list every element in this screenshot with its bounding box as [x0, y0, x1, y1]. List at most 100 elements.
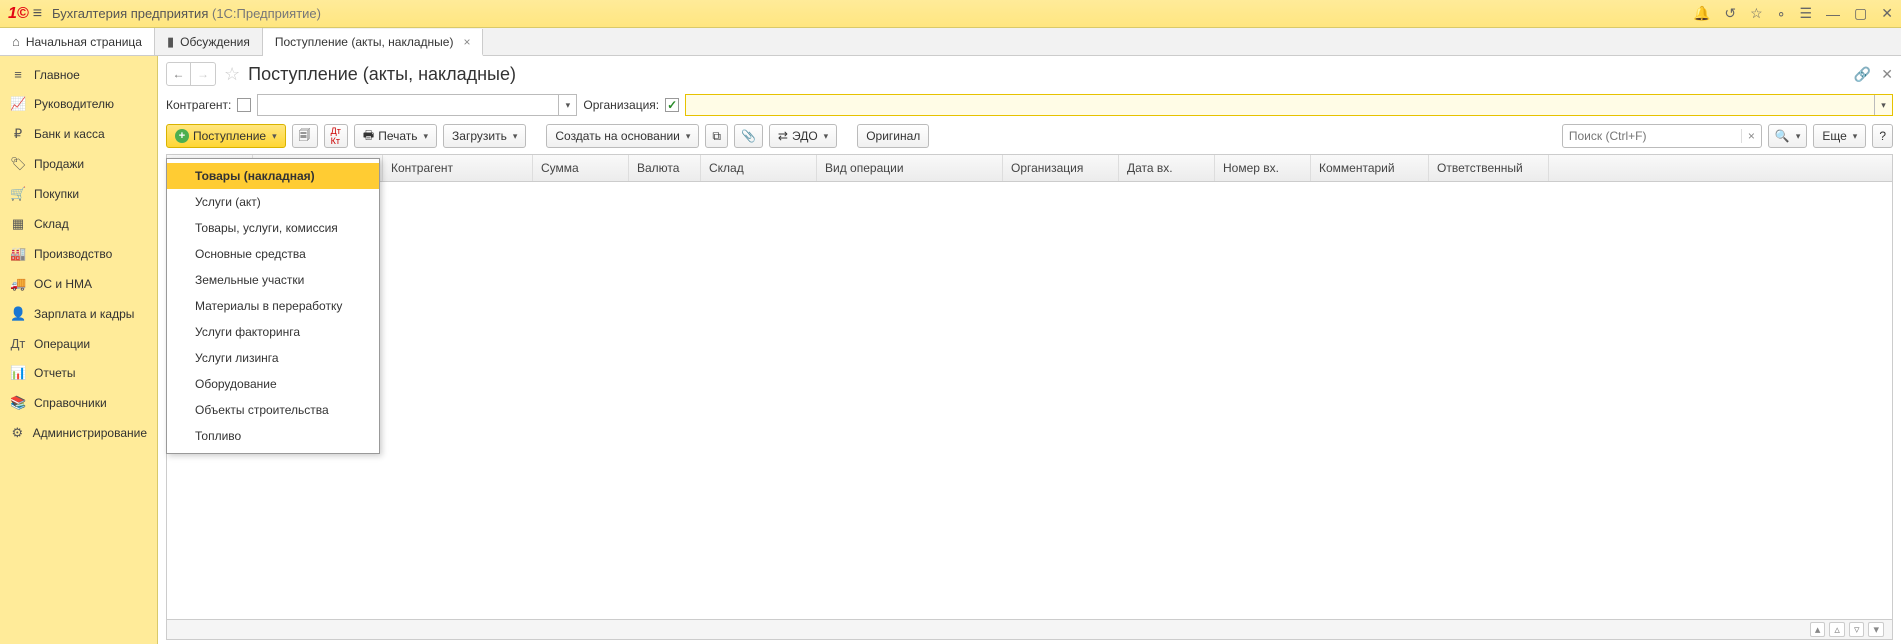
sidebar-item[interactable]: ≡Главное — [0, 60, 157, 89]
table-column-header[interactable]: Дата вх. — [1119, 155, 1215, 181]
sidebar-icon: 📊 — [10, 365, 26, 381]
help-button[interactable]: ? — [1872, 124, 1893, 148]
scroll-up-icon[interactable]: ▵ — [1829, 622, 1845, 637]
forward-button[interactable]: → — [191, 63, 215, 85]
sidebar-icon: 🛒 — [10, 186, 26, 202]
more-button[interactable]: Еще ▾ — [1813, 124, 1866, 148]
close-page-icon[interactable]: ✕ — [1881, 66, 1893, 83]
sidebar-item[interactable]: 🏷Продажи — [0, 149, 157, 179]
sidebar-item[interactable]: ▦Склад — [0, 209, 157, 239]
table-column-header[interactable]: Контрагент — [383, 155, 533, 181]
organization-checkbox[interactable] — [665, 98, 679, 112]
sidebar-icon: 📈 — [10, 96, 26, 112]
caret-icon: ▾ — [424, 131, 429, 142]
paperclip-icon: 📎 — [741, 129, 756, 143]
sidebar-item[interactable]: 🏭Производство — [0, 239, 157, 269]
sidebar-item-label: Покупки — [34, 187, 79, 201]
sidebar-item[interactable]: ₽Банк и касса — [0, 119, 157, 149]
dropdown-item[interactable]: Оборудование — [167, 371, 379, 397]
table-column-header[interactable]: Валюта — [629, 155, 701, 181]
table-column-header[interactable]: Вид операции — [817, 155, 1003, 181]
load-button[interactable]: Загрузить ▾ — [443, 124, 526, 148]
dropdown-item[interactable]: Топливо — [167, 423, 379, 449]
sidebar-item[interactable]: 🚚ОС и НМА — [0, 269, 157, 299]
copy-icon: 🗐 — [299, 126, 311, 147]
sidebar-item[interactable]: 👤Зарплата и кадры — [0, 299, 157, 329]
tab-label: Начальная страница — [26, 35, 142, 49]
dropdown-item[interactable]: Материалы в переработку — [167, 293, 379, 319]
close-icon[interactable]: ✕ — [1881, 5, 1893, 22]
tab-receipts[interactable]: Поступление (акты, накладные) × — [263, 29, 484, 56]
sidebar-icon: 👤 — [10, 306, 26, 322]
star-icon[interactable]: ☆ — [1750, 5, 1763, 22]
maximize-icon[interactable]: ▢ — [1854, 5, 1867, 22]
bell-icon[interactable]: 🔔 — [1693, 5, 1710, 22]
table-column-header[interactable]: Комментарий — [1311, 155, 1429, 181]
receipt-button[interactable]: + Поступление ▾ — [166, 124, 286, 148]
tab-home[interactable]: ⌂ Начальная страница — [0, 28, 155, 55]
dropdown-item[interactable]: Товары, услуги, комиссия — [167, 215, 379, 241]
menu-icon[interactable]: ≡ — [33, 5, 42, 23]
sidebar-item[interactable]: 📈Руководителю — [0, 89, 157, 119]
back-button[interactable]: ← — [167, 63, 191, 85]
sidebar-item-label: Операции — [34, 337, 90, 351]
table-footer: ▴ ▵ ▿ ▾ — [167, 619, 1892, 639]
dropdown-item[interactable]: Товары (накладная) — [167, 163, 379, 189]
dropdown-item[interactable]: Земельные участки — [167, 267, 379, 293]
search-box[interactable]: × — [1562, 124, 1762, 148]
sidebar-item[interactable]: ДтОперации — [0, 329, 157, 358]
load-label: Загрузить — [452, 129, 507, 143]
dropdown-item[interactable]: Услуги факторинга — [167, 319, 379, 345]
create-based-button[interactable]: Создать на основании ▾ — [546, 124, 699, 148]
dtkt-icon: ДтКт — [331, 126, 341, 146]
printer-icon: 🖶 — [363, 126, 374, 147]
organization-input[interactable]: ▾ — [685, 94, 1893, 116]
search-button[interactable]: 🔍 ▾ — [1768, 124, 1807, 148]
dtkt-button[interactable]: ДтКт — [324, 124, 348, 148]
dropdown-item[interactable]: Объекты строительства — [167, 397, 379, 423]
search-clear-icon[interactable]: × — [1741, 129, 1761, 143]
table-body — [167, 182, 1892, 619]
counterparty-checkbox[interactable] — [237, 98, 251, 112]
copy-button[interactable]: 🗐 — [292, 124, 318, 148]
sidebar-item-label: Отчеты — [34, 366, 75, 380]
table-column-header[interactable]: Организация — [1003, 155, 1119, 181]
search-input[interactable] — [1563, 129, 1741, 143]
sidebar-item-label: Продажи — [34, 157, 84, 171]
table-column-header[interactable]: Ответственный — [1429, 155, 1549, 181]
table-column-header[interactable]: Номер вх. — [1215, 155, 1311, 181]
dot-icon[interactable]: ∘ — [1777, 5, 1786, 22]
dropdown-item[interactable]: Основные средства — [167, 241, 379, 267]
counterparty-dropdown-icon[interactable]: ▾ — [558, 95, 576, 115]
history-icon[interactable]: ↺ — [1724, 5, 1736, 22]
table-column-header[interactable]: Сумма — [533, 155, 629, 181]
tab-close-icon[interactable]: × — [463, 35, 470, 49]
original-button[interactable]: Оригинал — [857, 124, 929, 148]
organization-dropdown-icon[interactable]: ▾ — [1874, 95, 1892, 115]
print-button[interactable]: 🖶 Печать ▾ — [354, 124, 437, 148]
dropdown-item[interactable]: Услуги (акт) — [167, 189, 379, 215]
structure-button[interactable]: ⧉ — [705, 124, 728, 148]
sidebar-item[interactable]: 📊 Отчеты — [0, 358, 157, 388]
dropdown-item[interactable]: Услуги лизинга — [167, 345, 379, 371]
organization-field[interactable] — [686, 95, 1874, 115]
scroll-top-icon[interactable]: ▴ — [1810, 622, 1826, 637]
attach-button[interactable]: 📎 — [734, 124, 763, 148]
minimize-icon[interactable]: — — [1826, 6, 1840, 22]
home-icon: ⌂ — [12, 34, 20, 49]
edo-button[interactable]: ⇄ ЭДО ▾ — [769, 124, 837, 148]
scroll-down-icon[interactable]: ▿ — [1849, 622, 1865, 637]
sidebar-item[interactable]: ⚙Администрирование — [0, 418, 157, 448]
sidebar-icon: ⚙ — [10, 425, 25, 441]
link-icon[interactable]: 🔗 — [1854, 66, 1871, 83]
sidebar-item[interactable]: 📚Справочники — [0, 388, 157, 418]
counterparty-input[interactable]: ▾ — [257, 94, 577, 116]
structure-icon: ⧉ — [712, 129, 721, 144]
counterparty-field[interactable] — [258, 95, 558, 115]
filter-icon[interactable]: ☰ — [1799, 5, 1812, 22]
tab-discussions[interactable]: ▮ Обсуждения — [155, 28, 263, 55]
favorite-icon[interactable]: ☆ — [224, 64, 240, 85]
sidebar-item[interactable]: 🛒 Покупки — [0, 179, 157, 209]
scroll-bottom-icon[interactable]: ▾ — [1868, 622, 1884, 637]
table-column-header[interactable]: Склад — [701, 155, 817, 181]
